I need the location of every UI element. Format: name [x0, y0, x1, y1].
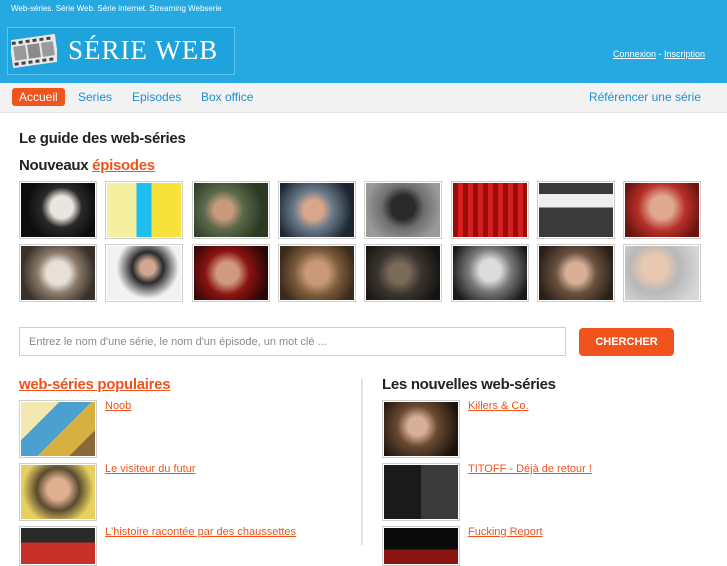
auth-separator: - — [655, 49, 664, 59]
episode-image — [280, 183, 354, 237]
nav-item-episodes[interactable]: Episodes — [132, 88, 181, 106]
episode-thumbnail[interactable] — [278, 181, 356, 239]
series-thumbnail[interactable] — [382, 526, 460, 566]
search-input[interactable] — [19, 327, 566, 356]
page-title: Le guide des web-séries — [19, 130, 186, 147]
popular-series-link[interactable]: Le visiteur du futur — [105, 463, 196, 475]
header-bar: Web-séries. Série Web. Série internet. S… — [0, 0, 727, 83]
episode-thumbnail[interactable] — [451, 181, 529, 239]
popular-series-link[interactable]: L'histoire racontée par des chaussettes — [105, 526, 296, 538]
series-thumbnail[interactable] — [19, 526, 97, 566]
episode-image — [453, 246, 527, 300]
episode-thumbnail[interactable] — [192, 181, 270, 239]
series-image — [384, 528, 458, 564]
episode-image — [366, 246, 440, 300]
episode-image — [539, 246, 613, 300]
episode-thumbnail[interactable] — [364, 244, 442, 302]
episode-thumbnail[interactable] — [278, 244, 356, 302]
nav-item-submit-series[interactable]: Référencer une série — [589, 88, 701, 106]
episodes-link[interactable]: épisodes — [92, 157, 155, 174]
episode-thumbnail[interactable] — [537, 244, 615, 302]
column-divider — [361, 378, 363, 545]
episode-image — [21, 183, 95, 237]
auth-links: Connexion - Inscription — [613, 49, 705, 59]
episode-thumbnail[interactable] — [537, 181, 615, 239]
episode-image — [21, 246, 95, 300]
series-image — [21, 465, 95, 519]
search-button[interactable]: CHERCHER — [579, 328, 674, 356]
episode-image — [453, 183, 527, 237]
main-nav: Accueil Series Episodes Box office Référ… — [0, 83, 727, 113]
episode-thumbnail[interactable] — [192, 244, 270, 302]
series-image — [384, 402, 458, 456]
signup-link[interactable]: Inscription — [664, 49, 705, 59]
nav-item-series[interactable]: Series — [78, 88, 112, 106]
series-image — [21, 402, 95, 456]
film-strip-icon — [11, 33, 57, 69]
series-thumbnail[interactable] — [382, 400, 460, 458]
episode-image — [107, 183, 181, 237]
episode-thumbnail[interactable] — [623, 181, 701, 239]
new-episodes-prefix: Nouveaux — [19, 157, 93, 174]
episode-thumbnail[interactable] — [364, 181, 442, 239]
episode-thumbnail[interactable] — [451, 244, 529, 302]
episode-image — [539, 183, 613, 237]
episode-image — [625, 183, 699, 237]
site-logo[interactable]: SÉRIE WEB — [7, 27, 235, 75]
episode-thumbnail[interactable] — [19, 181, 97, 239]
new-series-link[interactable]: Fucking Report — [468, 526, 543, 538]
series-thumbnail[interactable] — [382, 463, 460, 521]
new-episodes-heading: Nouveaux épisodes — [19, 157, 155, 174]
episode-thumbnail[interactable] — [105, 181, 183, 239]
login-link[interactable]: Connexion — [613, 49, 656, 59]
episode-image — [194, 246, 268, 300]
series-image — [384, 465, 458, 519]
series-thumbnail[interactable] — [19, 463, 97, 521]
series-image — [21, 528, 95, 564]
episode-image — [107, 246, 181, 300]
logo-text: SÉRIE WEB — [68, 35, 219, 65]
nav-item-home[interactable]: Accueil — [12, 88, 65, 106]
episode-image — [194, 183, 268, 237]
tagline: Web-séries. Série Web. Série internet. S… — [11, 4, 222, 13]
episode-image — [625, 246, 699, 300]
nav-item-box-office[interactable]: Box office — [201, 88, 253, 106]
new-series-link[interactable]: Killers & Co. — [468, 400, 529, 412]
new-series-heading: Les nouvelles web-séries — [382, 376, 556, 393]
episode-thumbnail[interactable] — [105, 244, 183, 302]
episode-image — [366, 183, 440, 237]
popular-series-heading[interactable]: web-séries populaires — [19, 376, 171, 393]
series-thumbnail[interactable] — [19, 400, 97, 458]
popular-series-link[interactable]: Noob — [105, 400, 131, 412]
new-series-link[interactable]: TITOFF - Déjà de retour ! — [468, 463, 592, 475]
episode-image — [280, 246, 354, 300]
episode-thumbnail[interactable] — [623, 244, 701, 302]
episode-thumbnail[interactable] — [19, 244, 97, 302]
